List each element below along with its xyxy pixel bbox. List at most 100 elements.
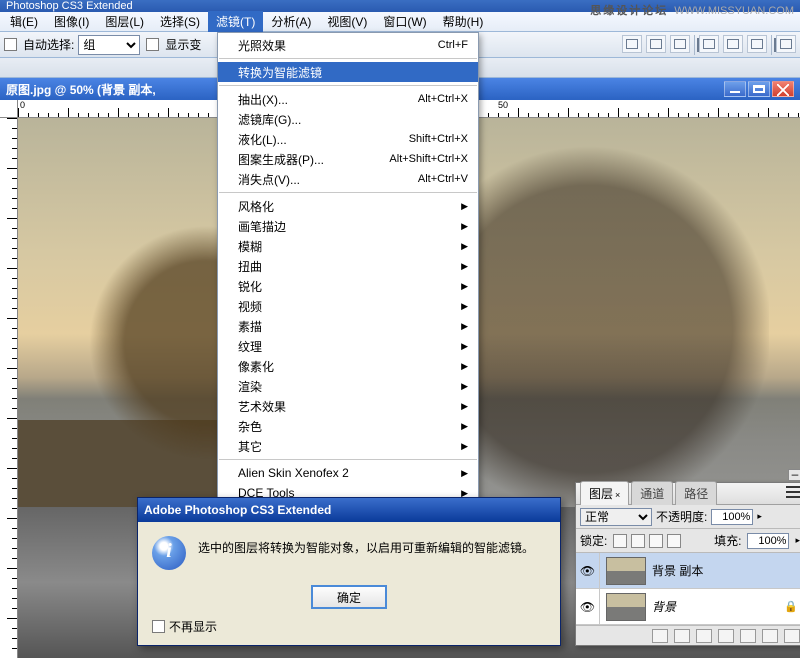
fill-input[interactable] (747, 533, 789, 549)
menu-item-pixelate[interactable]: 像素化 (218, 356, 478, 376)
fill-label: 填充: (714, 532, 741, 549)
layer-name[interactable]: 背景 (652, 598, 784, 615)
new-group-icon[interactable] (718, 629, 734, 643)
blend-mode-select[interactable]: 正常 (580, 508, 652, 526)
menu-view[interactable]: 视图(V) (319, 11, 375, 32)
menu-item-pattern-maker[interactable]: 图案生成器(P)...Alt+Shift+Ctrl+X (218, 149, 478, 169)
distribute-icon[interactable] (699, 35, 719, 53)
menu-layer[interactable]: 图层(L) (97, 11, 152, 32)
visibility-icon[interactable]: 👁 (576, 589, 600, 624)
delete-layer-icon[interactable] (784, 629, 800, 643)
menu-item-convert-smart-filter[interactable]: 转换为智能滤镜 (218, 62, 478, 82)
layer-thumbnail[interactable] (606, 557, 646, 585)
layer-list: 👁 背景 副本 👁 背景 🔒 (576, 553, 800, 625)
align-icon[interactable] (646, 35, 666, 53)
lock-position-icon[interactable] (649, 534, 663, 548)
chevron-down-icon[interactable]: ▸ (757, 511, 762, 522)
layer-row[interactable]: 👁 背景 🔒 (576, 589, 800, 625)
lock-all-icon[interactable] (667, 534, 681, 548)
menu-item-xenofex[interactable]: Alien Skin Xenofex 2 (218, 463, 478, 483)
menu-item-last-filter[interactable]: 光照效果 Ctrl+F (218, 35, 478, 55)
align-icon[interactable] (670, 35, 690, 53)
auto-select-checkbox[interactable] (4, 38, 17, 51)
ruler-label: 50 (498, 100, 508, 110)
window-maximize-button[interactable] (748, 81, 770, 97)
menu-help[interactable]: 帮助(H) (435, 11, 492, 32)
menu-window[interactable]: 窗口(W) (375, 11, 434, 32)
menu-select[interactable]: 选择(S) (152, 11, 208, 32)
ruler-vertical[interactable] (0, 118, 18, 658)
menu-item-video[interactable]: 视频 (218, 296, 478, 316)
lock-transparent-icon[interactable] (613, 534, 627, 548)
tab-channels[interactable]: 通道 (631, 481, 673, 505)
dialog-title: Adobe Photoshop CS3 Extended (144, 503, 331, 517)
menu-image[interactable]: 图像(I) (46, 11, 97, 32)
menu-item-noise[interactable]: 杂色 (218, 416, 478, 436)
align-icons (622, 35, 796, 55)
auto-select-target[interactable]: 组 (78, 35, 140, 55)
layer-mask-icon[interactable] (696, 629, 712, 643)
menu-item-extract[interactable]: 抽出(X)...Alt+Ctrl+X (218, 89, 478, 109)
link-layers-icon[interactable] (652, 629, 668, 643)
menu-item-other[interactable]: 其它 (218, 436, 478, 456)
watermark: 思缘设计论坛WWW.MISSYUAN.COM (590, 2, 794, 18)
adjustment-layer-icon[interactable] (740, 629, 756, 643)
layer-name[interactable]: 背景 副本 (652, 562, 800, 579)
panel-menu-icon[interactable] (786, 486, 800, 498)
panel-tabs: 图层× 通道 路径 (576, 483, 800, 505)
tab-paths[interactable]: 路径 (675, 481, 717, 505)
show-transform-label: 显示变 (165, 36, 201, 53)
menu-item-texture[interactable]: 纹理 (218, 336, 478, 356)
window-minimize-button[interactable] (724, 81, 746, 97)
toolbar-separator (771, 35, 772, 55)
menu-edit[interactable]: 辑(E) (2, 11, 46, 32)
lock-image-icon[interactable] (631, 534, 645, 548)
menu-item-brush-strokes[interactable]: 画笔描边 (218, 216, 478, 236)
layers-panel: – 图层× 通道 路径 正常 不透明度: ▸ 锁定: 填充: ▸ 👁 背景 副本… (575, 482, 800, 646)
menu-item-vanishing-point[interactable]: 消失点(V)...Alt+Ctrl+V (218, 169, 478, 189)
toolbar-separator (694, 35, 695, 55)
opacity-label: 不透明度: (656, 508, 707, 525)
tab-layers[interactable]: 图层× (580, 481, 629, 505)
distribute-icon[interactable] (747, 35, 767, 53)
menu-item-liquify[interactable]: 液化(L)...Shift+Ctrl+X (218, 129, 478, 149)
align-icon[interactable] (622, 35, 642, 53)
menu-item-sharpen[interactable]: 锐化 (218, 276, 478, 296)
ruler-origin[interactable] (0, 100, 18, 118)
window-close-button[interactable] (772, 81, 794, 97)
visibility-icon[interactable]: 👁 (576, 553, 600, 588)
menu-item-distort[interactable]: 扭曲 (218, 256, 478, 276)
smart-filter-dialog: Adobe Photoshop CS3 Extended 选中的图层将转换为智能… (137, 497, 561, 646)
arrange-icon[interactable] (776, 35, 796, 53)
panel-minimize-button[interactable]: – (788, 469, 800, 481)
chevron-down-icon[interactable]: ▸ (795, 535, 800, 546)
layer-row[interactable]: 👁 背景 副本 (576, 553, 800, 589)
menu-filter[interactable]: 滤镜(T) (208, 11, 263, 32)
menu-item-blur[interactable]: 模糊 (218, 236, 478, 256)
auto-select-label: 自动选择: (23, 36, 74, 53)
info-icon (152, 536, 186, 570)
menu-item-render[interactable]: 渲染 (218, 376, 478, 396)
ruler-label: 0 (20, 100, 25, 110)
new-layer-icon[interactable] (762, 629, 778, 643)
show-transform-checkbox[interactable] (146, 38, 159, 51)
filter-menu-dropdown: 光照效果 Ctrl+F 转换为智能滤镜 抽出(X)...Alt+Ctrl+X 滤… (217, 32, 479, 566)
dont-show-label: 不再显示 (169, 618, 217, 635)
distribute-icon[interactable] (723, 35, 743, 53)
opacity-input[interactable] (711, 509, 753, 525)
menu-item-stylize[interactable]: 风格化 (218, 196, 478, 216)
ok-button[interactable]: 确定 (312, 586, 386, 608)
lock-icon: 🔒 (784, 600, 798, 613)
dont-show-checkbox[interactable] (152, 620, 165, 633)
layer-thumbnail[interactable] (606, 593, 646, 621)
menu-analysis[interactable]: 分析(A) (263, 11, 319, 32)
menu-item-artistic[interactable]: 艺术效果 (218, 396, 478, 416)
dialog-titlebar[interactable]: Adobe Photoshop CS3 Extended (138, 498, 560, 522)
lock-label: 锁定: (580, 532, 607, 549)
menu-item-sketch[interactable]: 素描 (218, 316, 478, 336)
menu-item-filter-gallery[interactable]: 滤镜库(G)... (218, 109, 478, 129)
document-title: 原图.jpg @ 50% (背景 副本, (6, 81, 156, 98)
panel-footer (576, 625, 800, 645)
dialog-message: 选中的图层将转换为智能对象，以启用可重新编辑的智能滤镜。 (198, 536, 534, 570)
layer-style-icon[interactable] (674, 629, 690, 643)
